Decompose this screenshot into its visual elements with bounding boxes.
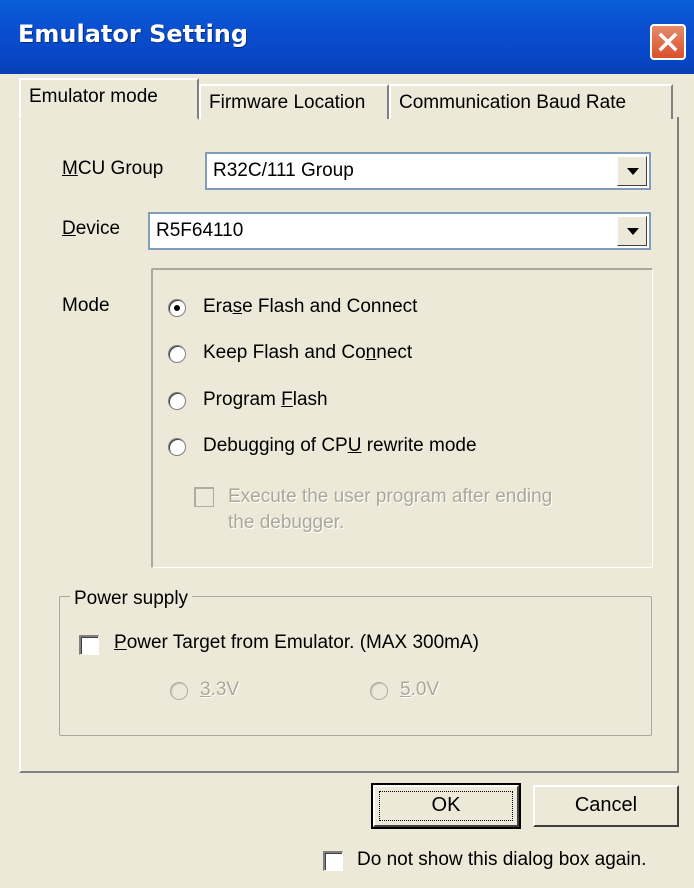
cancel-label: Cancel xyxy=(574,794,638,816)
mode-option-debugging[interactable]: Debugging of CPU rewrite mode xyxy=(203,435,477,457)
power-target-label[interactable]: Power Target from Emulator. (MAX 300mA) xyxy=(114,632,479,654)
voltage-5v0-label: 5.0V xyxy=(400,679,440,700)
mode-option-keep[interactable]: Keep Flash and Connect xyxy=(203,342,412,364)
execute-after-debugger-label: Execute the user program after ending the… xyxy=(228,486,553,533)
device-value: R5F64110 xyxy=(156,220,244,241)
mcu-group-value: R32C/111 Group xyxy=(213,160,354,181)
voltage-3v3-radio[interactable] xyxy=(170,682,188,700)
tab-label: Emulator mode xyxy=(29,86,158,107)
power-target-checkbox[interactable] xyxy=(79,635,99,655)
tab-label: Firmware Location xyxy=(209,92,366,113)
device-label: Device xyxy=(62,218,121,239)
voltage-3v3-label: 3.3V xyxy=(200,679,240,700)
mode-radio-debugging[interactable] xyxy=(168,438,186,456)
mode-label: Mode xyxy=(62,295,110,316)
mcu-group-label: MCU Group xyxy=(62,158,164,179)
dont-show-again-checkbox[interactable] xyxy=(323,851,343,871)
mode-radio-erase[interactable] xyxy=(168,299,186,317)
power-supply-label: Power supply xyxy=(70,588,193,610)
tab-emulator-mode[interactable]: Emulator mode xyxy=(19,78,199,120)
mode-option-erase[interactable]: Erase Flash and Connect xyxy=(203,296,417,318)
title-bar: Emulator Setting xyxy=(0,0,694,74)
close-icon xyxy=(658,32,678,52)
device-select[interactable]: R5F64110 xyxy=(148,212,651,250)
execute-after-debugger-checkbox[interactable] xyxy=(194,487,214,507)
mode-option-program[interactable]: Program Flash xyxy=(203,389,328,411)
voltage-5v0-radio[interactable] xyxy=(370,682,388,700)
tab-firmware-location[interactable]: Firmware Location xyxy=(199,84,389,119)
mode-radio-program[interactable] xyxy=(168,392,186,410)
mode-radio-keep[interactable] xyxy=(168,345,186,363)
power-supply-group xyxy=(59,596,652,736)
close-button[interactable] xyxy=(650,24,686,60)
mcu-group-select[interactable]: R32C/111 Group xyxy=(205,152,651,190)
dont-show-again-label[interactable]: Do not show this dialog box again. xyxy=(357,849,646,871)
ok-button[interactable]: OK xyxy=(371,783,521,829)
focus-rectangle xyxy=(379,791,513,821)
cancel-button[interactable]: Cancel xyxy=(533,785,679,827)
chevron-down-icon[interactable] xyxy=(617,156,647,186)
chevron-down-icon[interactable] xyxy=(617,216,647,246)
tab-communication-baud-rate[interactable]: Communication Baud Rate xyxy=(389,84,673,119)
tab-label: Communication Baud Rate xyxy=(399,92,627,113)
window-title: Emulator Setting xyxy=(18,20,249,48)
